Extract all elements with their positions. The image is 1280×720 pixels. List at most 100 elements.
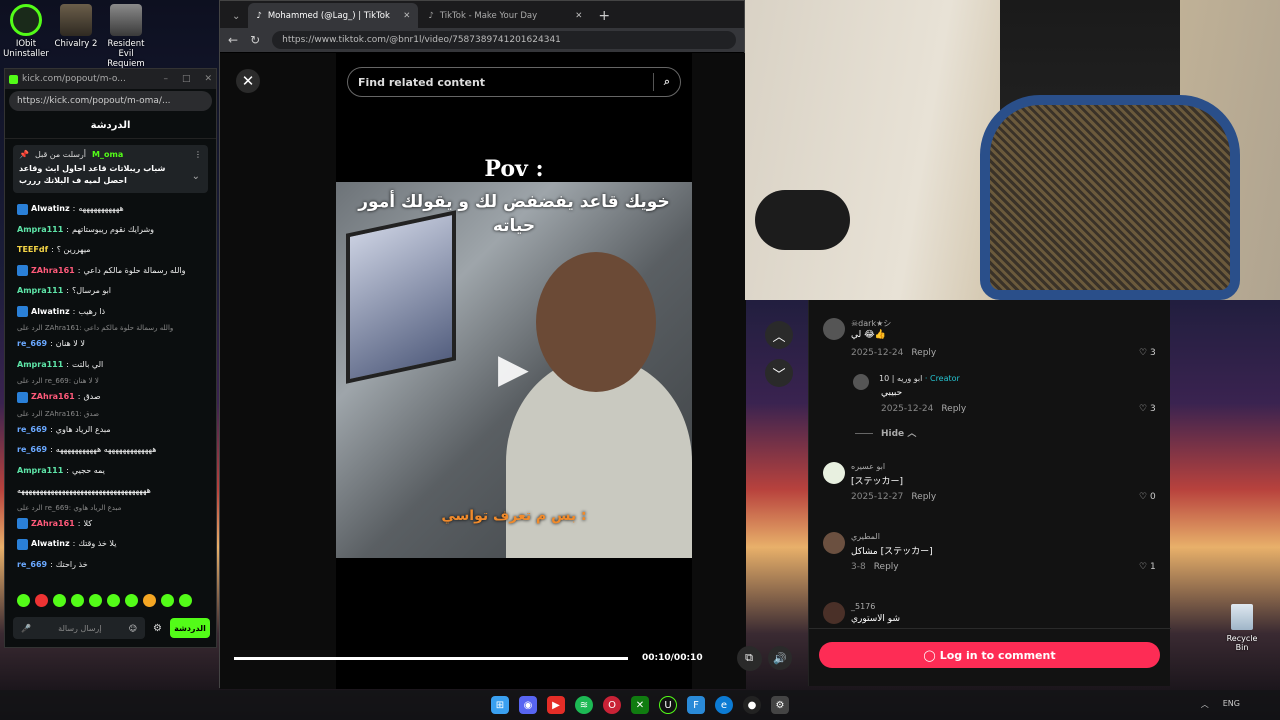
settings-icon[interactable]: ⚙ [771, 696, 789, 714]
send-button[interactable]: الدردشة [170, 618, 210, 638]
emote-icon[interactable] [143, 594, 156, 607]
close-tab-icon[interactable]: ✕ [575, 11, 582, 21]
comment-user[interactable]: ابو عسيره [851, 462, 885, 471]
chat-message[interactable]: Ampra111: ابو مرسال؟ [17, 281, 204, 302]
chat-message[interactable]: ZAhra161: صدق [17, 387, 204, 408]
chat-message[interactable]: Alwatinz: ذا رهيب [17, 302, 204, 323]
volume-button[interactable]: 🔊 [768, 646, 792, 670]
chat-reply-context[interactable]: الرد على ZAhra161: والله رسمالة حلوة مال… [17, 322, 204, 334]
emote-icon[interactable] [71, 594, 84, 607]
emote-icon[interactable] [161, 594, 174, 607]
desktop-icon-recycle-bin[interactable]: Recycle Bin [1220, 604, 1264, 652]
emote-icon[interactable] [125, 594, 138, 607]
hide-replies-button[interactable]: Hide ︿ [855, 426, 916, 439]
emote-icon[interactable] [35, 594, 48, 607]
chat-username[interactable]: re_669 [17, 339, 47, 349]
desktop-icon-resident-evil[interactable]: Resident Evil Requiem [102, 4, 150, 69]
chat-message[interactable]: re_669: هههههههههههههه هههههههههههه [17, 440, 204, 461]
more-icon[interactable]: ⋮ [194, 150, 202, 159]
chat-message[interactable]: هههههههههههههههههههههههههههههههههههه [17, 481, 204, 502]
search-icon[interactable]: ⌕ [664, 75, 670, 89]
reply-button[interactable]: Reply [911, 348, 936, 358]
url-bar[interactable]: https://www.tiktok.com/@bnr1l/video/7587… [272, 31, 736, 49]
chat-message[interactable]: re_669: لا لا هنان [17, 334, 204, 355]
chat-username[interactable]: Alwatinz [31, 307, 70, 317]
minimize-icon[interactable]: – [163, 74, 168, 84]
edge-icon[interactable]: e [715, 696, 733, 714]
start-icon[interactable]: ⊞ [491, 696, 509, 714]
back-icon[interactable]: ← [228, 33, 238, 47]
emote-icon[interactable] [53, 594, 66, 607]
chat-input[interactable]: 🎤 إرسال رسالة ☺ [13, 617, 146, 639]
tray-chevron-icon[interactable]: ︿ [1201, 699, 1209, 710]
close-tab-icon[interactable]: ✕ [403, 11, 410, 21]
obs-icon[interactable]: ● [743, 696, 761, 714]
close-video-button[interactable]: ✕ [236, 69, 260, 93]
chat-username[interactable]: re_669 [17, 445, 47, 455]
reply-button[interactable]: Reply [874, 562, 899, 572]
reply-button[interactable]: Reply [941, 404, 966, 414]
chat-username[interactable]: re_669 [17, 425, 47, 435]
chat-message[interactable]: TEEFdf: ميهررين ؟ [17, 240, 204, 261]
chat-username[interactable]: Ampra111 [17, 286, 63, 296]
language-indicator[interactable]: ENG [1223, 699, 1240, 710]
close-icon[interactable]: ✕ [204, 74, 212, 84]
desktop-icon-iobit[interactable]: IObit Uninstaller [2, 4, 50, 59]
chat-message[interactable]: Ampra111: يمه حجيي [17, 461, 204, 482]
chat-message[interactable]: ZAhra161: والله رسمالة حلوة مالكم داعي [17, 261, 204, 282]
play-icon[interactable]: ▶ [498, 349, 538, 389]
chat-message[interactable]: Alwatinz: يلا خذ وقتك [17, 534, 204, 555]
comment-user[interactable]: المطيري [851, 532, 880, 541]
desktop-icon-chivalry[interactable]: Chivalry 2 [52, 4, 100, 49]
chat-username[interactable]: Alwatinz [31, 539, 70, 549]
youtube-icon[interactable]: ▶ [547, 696, 565, 714]
discord-icon[interactable]: ◉ [519, 696, 537, 714]
spotify-icon[interactable]: ≋ [575, 696, 593, 714]
chat-username[interactable]: TEEFdf [17, 245, 48, 255]
chat-username[interactable]: Alwatinz [31, 204, 70, 214]
emote-icon[interactable] [89, 594, 102, 607]
avatar[interactable] [823, 602, 845, 624]
comment-user[interactable]: 10 | ابو وريه [879, 374, 922, 383]
tab-tiktok-profile[interactable]: ♪ Mohammed (@Lag_) | TikTok ✕ [248, 3, 419, 28]
chat-reply-context[interactable]: الرد على re_669: لا لا هنان [17, 375, 204, 387]
tab-search-icon[interactable]: ⌄ [226, 11, 246, 28]
file-explorer-icon[interactable]: F [687, 696, 705, 714]
chat-message[interactable]: ZAhra161: كلا [17, 514, 204, 535]
gear-icon[interactable]: ⚙ [153, 623, 162, 634]
heart-icon[interactable]: ♡ [1139, 404, 1147, 414]
xbox-icon[interactable]: ✕ [631, 696, 649, 714]
previous-video-button[interactable]: ︿ [765, 321, 793, 349]
chat-username[interactable]: ZAhra161 [31, 392, 75, 402]
pinned-message[interactable]: 📌 أرسلت من قبل M_oma ⋮ شباب ريبلاتات قاع… [13, 145, 208, 193]
tab-tiktok-home[interactable]: ♪ TikTok - Make Your Day ✕ [420, 3, 590, 28]
chat-username[interactable]: Ampra111 [17, 225, 63, 235]
chat-username[interactable]: Ampra111 [17, 466, 63, 476]
avatar[interactable] [823, 318, 845, 340]
heart-icon[interactable]: ♡ [1139, 348, 1147, 358]
emote-icon[interactable] [107, 594, 120, 607]
mic-icon[interactable]: 🎤 [21, 624, 31, 633]
maximize-icon[interactable]: □ [182, 74, 191, 84]
next-video-button[interactable]: ﹀ [765, 359, 793, 387]
kick-address-bar[interactable]: https://kick.com/popout/m-oma/... [9, 91, 212, 111]
chat-message[interactable]: re_669: مبدع الرياد هاوي [17, 420, 204, 441]
chat-message[interactable]: Ampra111: وشرايك نقوم ريبوستاتهم [17, 220, 204, 241]
heart-icon[interactable]: ♡ [1139, 492, 1147, 502]
heart-icon[interactable]: ♡ [1139, 562, 1147, 572]
chevron-down-icon[interactable]: ⌄ [192, 171, 200, 182]
login-to-comment-button[interactable]: ◯ Log in to comment [819, 642, 1160, 668]
comment-user[interactable]: _5176 [851, 602, 875, 611]
opera-icon[interactable]: O [603, 696, 621, 714]
avatar[interactable] [823, 532, 845, 554]
emoji-icon[interactable]: ☺ [129, 624, 137, 633]
comment-user[interactable]: ☠dark★シ [851, 318, 891, 329]
search-input[interactable]: Find related content ⌕ [347, 67, 681, 97]
chat-message[interactable]: Alwatinz: هههههههههههه [17, 199, 204, 220]
chat-reply-context[interactable]: الرد على re_669: مبدع الرياد هاوي [17, 502, 204, 514]
new-tab-icon[interactable]: + [592, 8, 616, 28]
chat-username[interactable]: re_669 [17, 560, 47, 570]
pip-button[interactable]: ⧉ [737, 646, 761, 670]
video-progress-bar[interactable] [234, 657, 628, 660]
chat-message[interactable]: re_669: خذ راحتك [17, 555, 204, 576]
